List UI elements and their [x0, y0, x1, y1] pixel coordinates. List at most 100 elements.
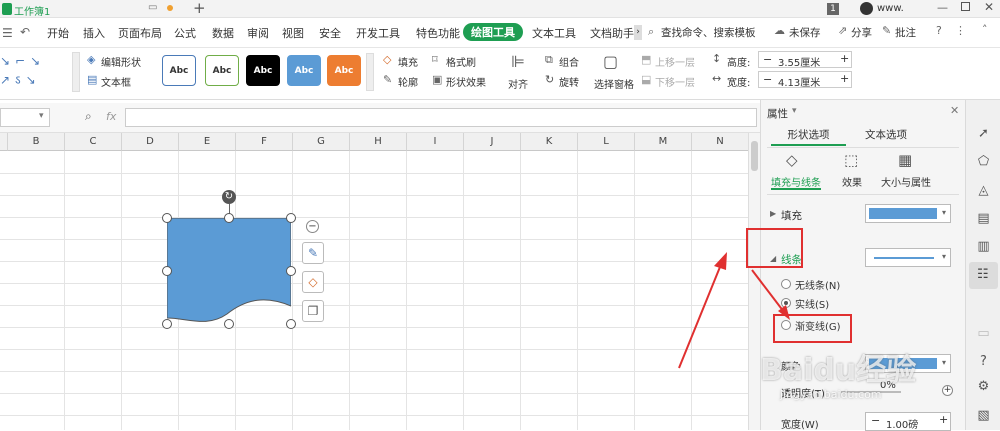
column-header-M[interactable]: M [635, 133, 692, 151]
edit-shape-button[interactable]: 编辑形状 [101, 54, 141, 69]
style-gallery-scroll[interactable] [366, 53, 374, 91]
fill-dropdown-icon[interactable]: ▾ [942, 208, 946, 217]
tab-text-options[interactable]: 文本选项 [847, 125, 925, 146]
line-width-decrease-button[interactable]: − [871, 414, 880, 427]
paint-bucket-icon[interactable]: ◬ [975, 182, 992, 199]
scrollbar-thumb[interactable] [751, 141, 758, 171]
monitor-icon[interactable]: ▭ [148, 2, 157, 13]
text-style-icon[interactable]: ▤ [975, 210, 992, 227]
spreadsheet-grid[interactable]: BCDEFGHIJKLMN [0, 133, 748, 430]
menu-more-icon[interactable]: › [634, 25, 642, 40]
menu-item-0[interactable]: 开始 [47, 25, 69, 41]
width-increase-button[interactable]: + [840, 72, 849, 85]
resize-handle-sw[interactable] [162, 319, 172, 329]
line-style-dropdown[interactable]: ▾ [865, 248, 951, 267]
column-header-L[interactable]: L [578, 133, 635, 151]
menu-item-5[interactable]: 审阅 [247, 25, 269, 41]
comment-button[interactable]: 批注 [895, 25, 916, 40]
shape-gallery-scroll[interactable] [72, 52, 80, 92]
float-layout-icon[interactable]: ❐ [302, 300, 324, 322]
shape-gallery[interactable]: ↘⌐↘ ↗ऽ↘ [0, 52, 72, 94]
format-brush-button[interactable]: 格式刷 [446, 54, 476, 69]
radio-no-line[interactable] [781, 279, 791, 289]
column-header-C[interactable]: C [65, 133, 122, 151]
line-dropdown-icon[interactable]: ▾ [942, 252, 946, 261]
help-icon[interactable]: ? [936, 24, 942, 37]
group-button[interactable]: 组合 [559, 54, 579, 69]
menu-item-12[interactable]: 文档助手 [590, 25, 634, 41]
column-header-J[interactable]: J [464, 133, 521, 151]
account-name[interactable]: www. [877, 3, 904, 14]
subtab-fill-line[interactable]: 填充与线条 [771, 174, 821, 189]
column-header-N[interactable]: N [692, 133, 748, 151]
shape-style-0[interactable]: Abc [162, 55, 196, 86]
selected-shape[interactable] [166, 217, 292, 324]
toolbox-icon[interactable]: ⚙ [975, 378, 992, 395]
image-icon[interactable]: ▧ [975, 407, 992, 424]
menu-item-6[interactable]: 视图 [282, 25, 304, 41]
menu-item-9[interactable]: 特色功能 [416, 25, 460, 41]
menu-item-10[interactable]: 绘图工具 [463, 23, 523, 41]
menu-item-1[interactable]: 插入 [83, 25, 105, 41]
float-outline-icon[interactable]: ✎ [302, 242, 324, 264]
send-backward-button[interactable]: 下移一层 [655, 74, 695, 89]
panel-close-icon[interactable]: ✕ [950, 104, 959, 117]
column-header-G[interactable]: G [293, 133, 350, 151]
column-header-E[interactable]: E [179, 133, 236, 151]
shape-style-3[interactable]: Abc [287, 55, 321, 86]
undo-icon[interactable]: ↶ [20, 25, 30, 39]
chart-icon[interactable]: ▥ [975, 238, 992, 255]
height-decrease-button[interactable]: − [763, 53, 772, 66]
avatar[interactable] [860, 2, 873, 15]
unsaved-button[interactable]: 未保存 [789, 25, 821, 40]
collapse-float-icon[interactable]: − [306, 220, 319, 233]
doc-tab-title[interactable]: 工作簿1 [14, 3, 50, 18]
resize-handle-n[interactable] [224, 213, 234, 223]
search-icon[interactable]: ⌕ [648, 25, 654, 39]
rotate-handle-icon[interactable]: ↻ [222, 190, 236, 204]
menu-item-11[interactable]: 文本工具 [532, 25, 576, 41]
menu-grid-icon[interactable]: ☰ [2, 26, 13, 40]
help-panel-icon[interactable]: ? [975, 353, 992, 370]
tab-shape-options[interactable]: 形状选项 [771, 125, 846, 146]
select-cursor-icon[interactable]: ➚ [975, 125, 992, 142]
resize-handle-s[interactable] [224, 319, 234, 329]
resize-handle-se[interactable] [286, 319, 296, 329]
column-header-D[interactable]: D [122, 133, 179, 151]
fill-button[interactable]: 填充 [398, 54, 418, 69]
radio-solid-line[interactable] [781, 298, 791, 308]
more-options-icon[interactable]: ⋮ [955, 24, 966, 37]
corner-header[interactable] [0, 133, 8, 151]
panel-title[interactable]: 属性 [767, 106, 788, 121]
property-settings-button[interactable]: ☷ [969, 262, 998, 289]
shape-style-4[interactable]: Abc [327, 55, 361, 86]
fx-icon[interactable]: fx [106, 110, 116, 123]
shape-effect-button[interactable]: 形状效果 [446, 74, 486, 89]
resize-handle-e[interactable] [286, 266, 296, 276]
line-width-value[interactable]: 1.00磅 [886, 416, 918, 431]
menu-item-3[interactable]: 公式 [174, 25, 196, 41]
collapse-ribbon-icon[interactable]: ˄ [982, 23, 988, 36]
subtab-effect[interactable]: 效果 [842, 174, 862, 189]
shape-style-1[interactable]: Abc [205, 55, 239, 86]
name-box-dropdown-icon[interactable]: ▾ [39, 111, 44, 121]
align-button[interactable]: 对齐 [508, 76, 528, 91]
shape-style-2[interactable]: Abc [246, 55, 280, 86]
restore-button[interactable] [961, 2, 970, 11]
radio-no-line-label[interactable]: 无线条(N) [795, 277, 840, 292]
resize-handle-w[interactable] [162, 266, 172, 276]
vertical-scrollbar[interactable] [748, 133, 760, 430]
new-tab-button[interactable]: + [193, 0, 206, 17]
line-width-increase-button[interactable]: + [939, 413, 948, 426]
rotate-button[interactable]: 旋转 [559, 74, 579, 89]
menu-item-2[interactable]: 页面布局 [118, 25, 162, 41]
subtab-size-property[interactable]: 大小与属性 [881, 174, 931, 189]
resize-handle-ne[interactable] [286, 213, 296, 223]
width-decrease-button[interactable]: − [763, 73, 772, 86]
height-stepper[interactable]: − 3.55厘米 + [758, 51, 852, 69]
selection-pane-button[interactable]: 选择窗格 [594, 76, 634, 91]
column-header-F[interactable]: F [236, 133, 293, 151]
name-box[interactable]: ▾ [0, 108, 50, 127]
shape-wave-graphic[interactable] [166, 217, 292, 324]
transparency-increase-button[interactable]: + [942, 385, 953, 396]
